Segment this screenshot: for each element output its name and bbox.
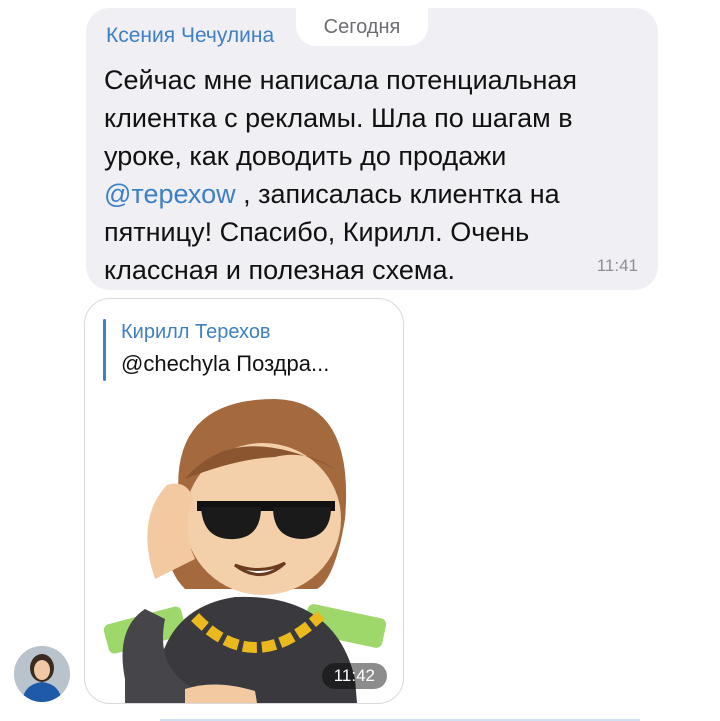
- message-line: @терехоw , записалась клиентка на: [104, 175, 644, 213]
- incoming-message-bubble[interactable]: Ксения Чечулина Сегодня Сейчас мне напис…: [86, 8, 658, 290]
- sunglasses-character-sticker[interactable]: [85, 379, 403, 703]
- reply-preview[interactable]: @chechyla Поздра...: [121, 351, 329, 377]
- avatar-image: [14, 646, 70, 702]
- message-time: 11:41: [596, 256, 638, 275]
- user-avatar[interactable]: [14, 646, 70, 702]
- message-line-rest: , записалась клиентка на: [235, 179, 560, 209]
- message-time: 11:42: [321, 663, 387, 689]
- message-line: уроке, как доводить до продажи: [104, 141, 507, 171]
- mention-link[interactable]: @терехоw: [104, 179, 236, 209]
- message-line: клиентка с рекламы. Шла по шагам в: [104, 103, 573, 133]
- message-line: Сейчас мне написала потенциальная: [104, 65, 578, 95]
- reply-author[interactable]: Кирилл Терехов: [121, 321, 271, 344]
- reply-quote-bar: [103, 319, 106, 381]
- sender-name[interactable]: Ксения Чечулина: [106, 24, 274, 48]
- sticker-message-bubble[interactable]: Кирилл Терехов @chechyla Поздра... 11:42: [84, 298, 404, 704]
- message-text: Сейчас мне написала потенциальная клиент…: [104, 61, 644, 289]
- date-separator: Сегодня: [296, 8, 428, 46]
- message-line: классная и полезная схема.: [104, 255, 455, 285]
- message-line: пятницу! Спасибо, Кирилл. Очень: [104, 217, 530, 247]
